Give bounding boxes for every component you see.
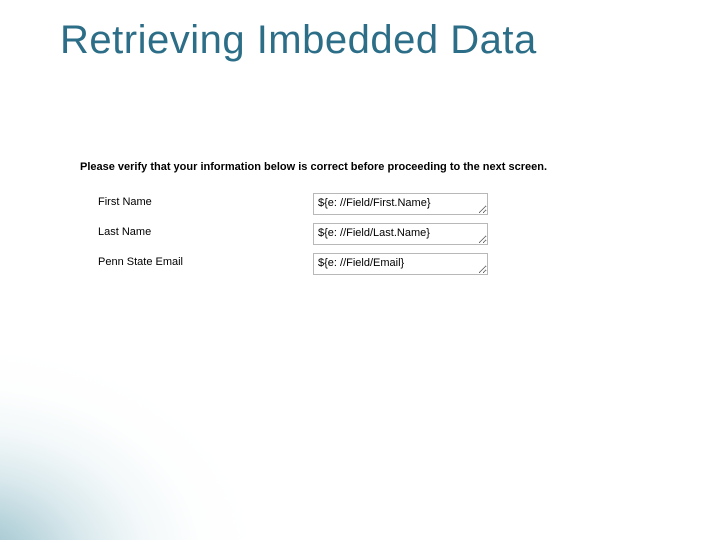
instruction-text: Please verify that your information belo… (80, 160, 645, 175)
email-field[interactable]: ${e: //Field/Email} (313, 253, 488, 275)
first-name-label: First Name (98, 193, 313, 208)
last-name-label: Last Name (98, 223, 313, 238)
email-label: Penn State Email (98, 253, 313, 268)
table-row: Penn State Email ${e: //Field/Email} (80, 253, 645, 275)
table-row: First Name ${e: //Field/First.Name} (80, 193, 645, 215)
first-name-field[interactable]: ${e: //Field/First.Name} (313, 193, 488, 215)
last-name-field[interactable]: ${e: //Field/Last.Name} (313, 223, 488, 245)
table-row: Last Name ${e: //Field/Last.Name} (80, 223, 645, 245)
form-panel: Please verify that your information belo… (80, 160, 645, 283)
slide-title: Retrieving Imbedded Data (60, 18, 537, 63)
